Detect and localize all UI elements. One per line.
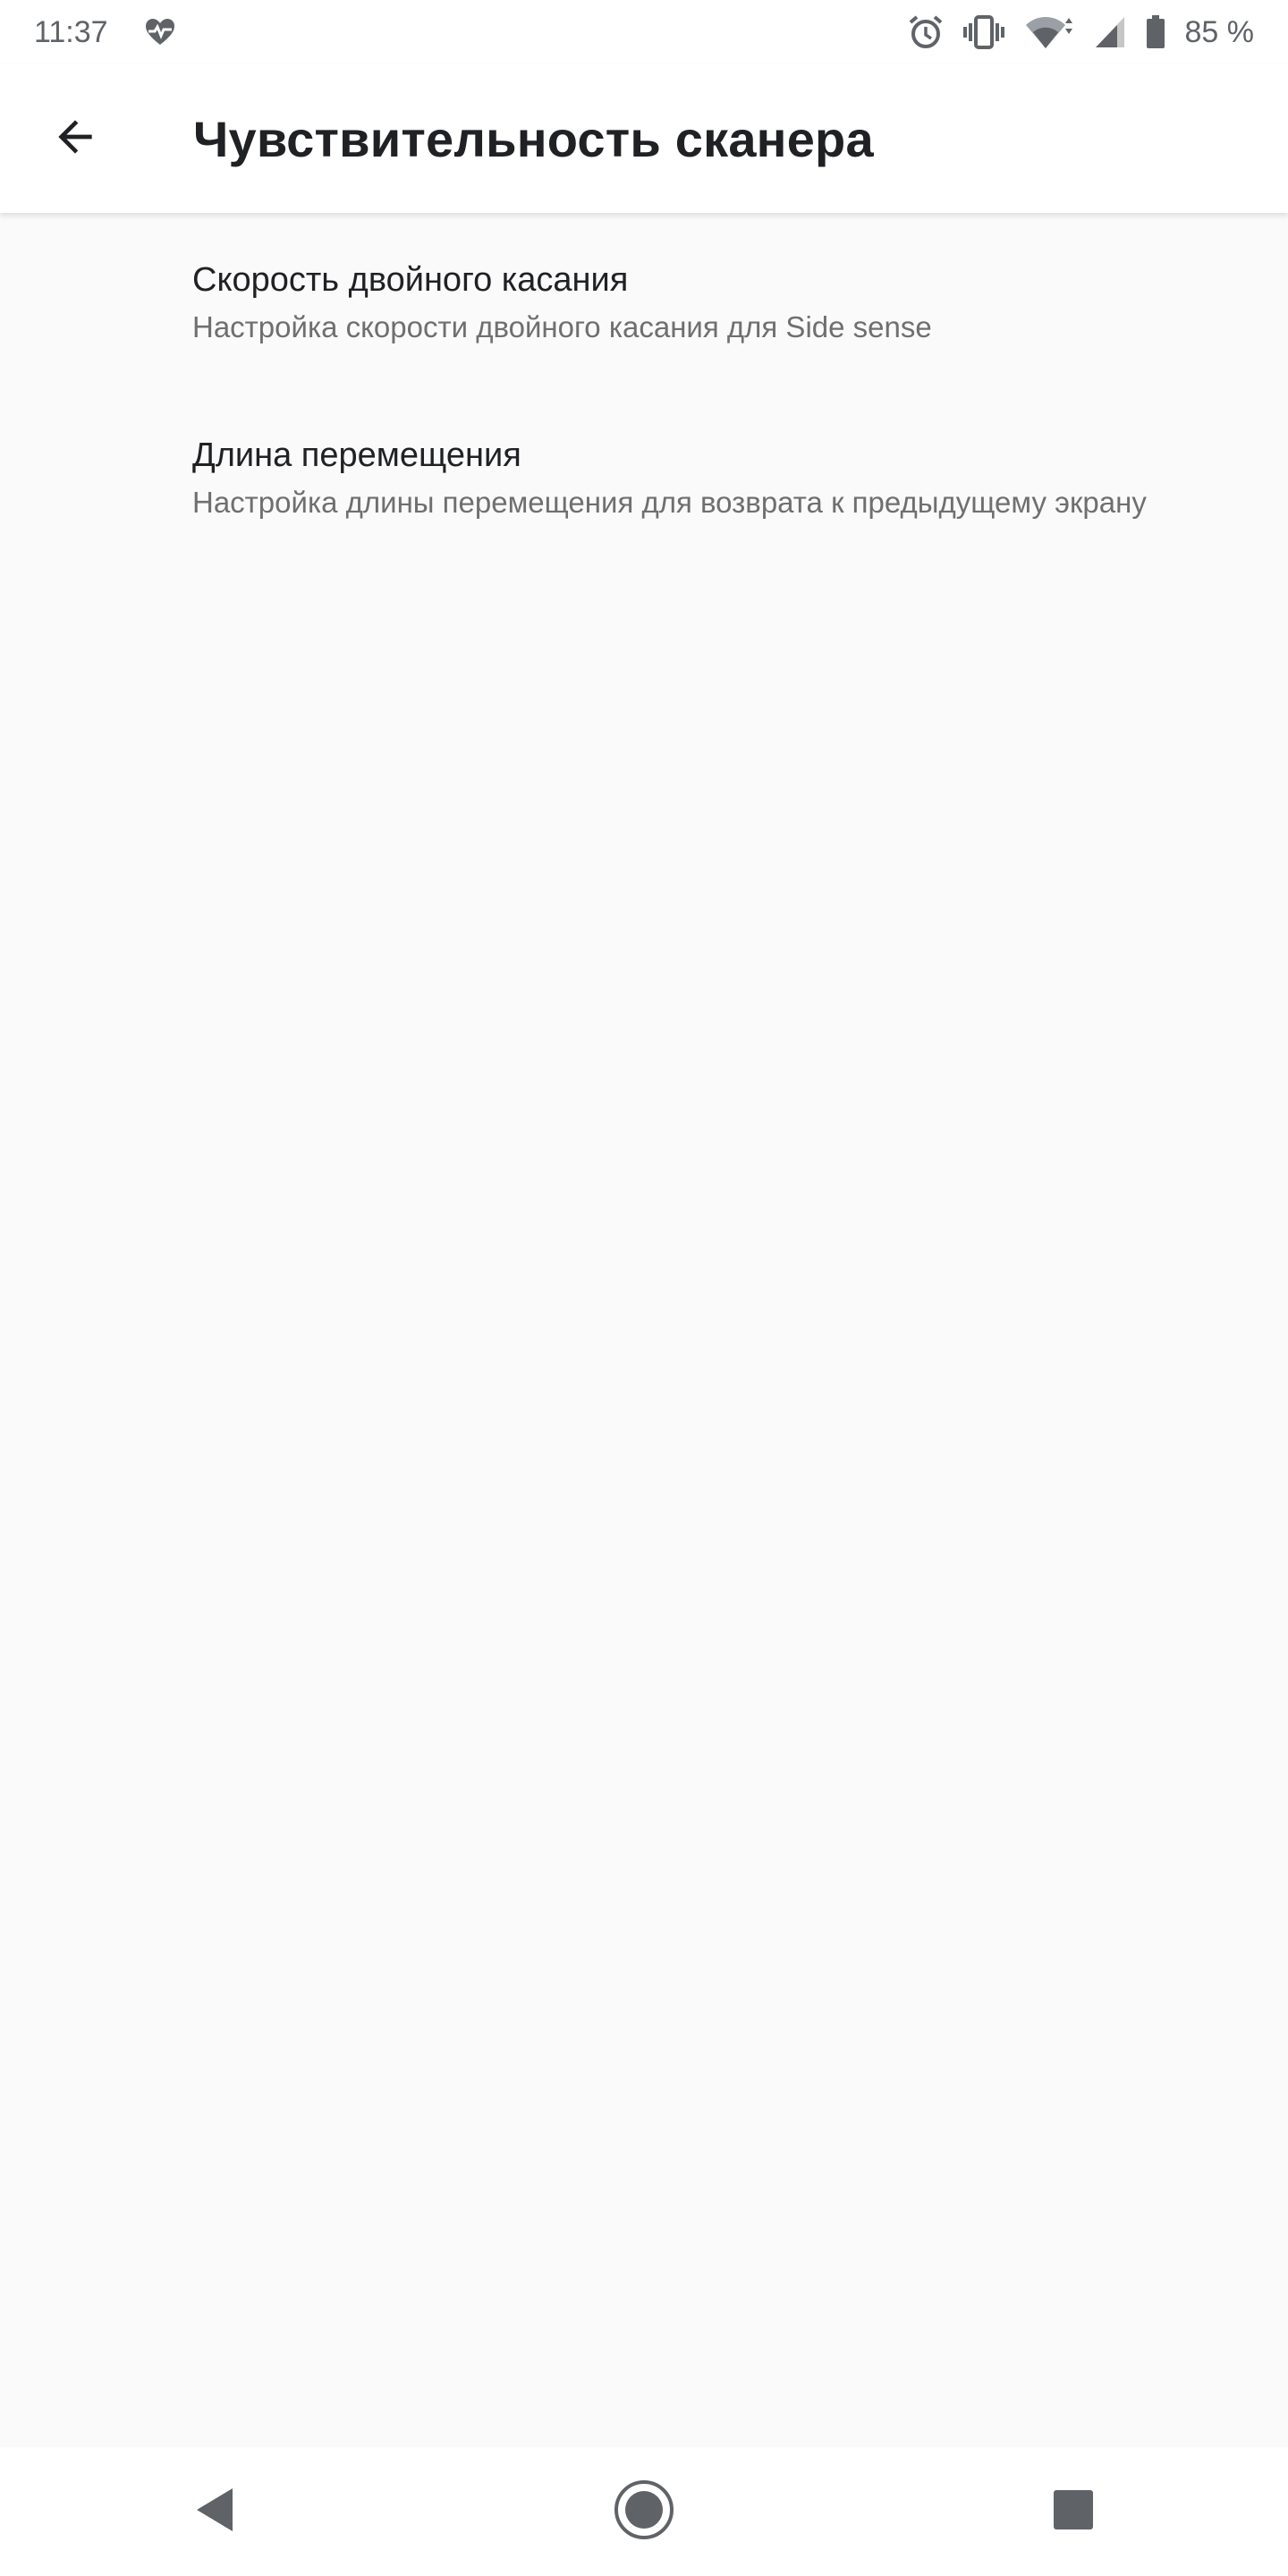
nav-back-button[interactable] (161, 2458, 268, 2565)
vibrate-icon (962, 14, 1004, 50)
setting-double-tap-speed[interactable]: Скорость двойного касания Настройка скор… (0, 213, 1288, 388)
settings-list: Скорость двойного касания Настройка скор… (0, 213, 1288, 564)
status-right: 85 % (908, 14, 1255, 50)
setting-subtitle: Настройка скорости двойного касания для … (192, 309, 932, 343)
back-button[interactable] (21, 85, 129, 192)
setting-title: Длина перемещения (192, 436, 521, 474)
navigation-bar (0, 2447, 1288, 2576)
status-bar: 11:37 85 % (0, 0, 1288, 64)
nav-recents-icon (1052, 2488, 1095, 2536)
battery-icon (1146, 15, 1165, 49)
status-time: 11:37 (34, 14, 108, 49)
setting-subtitle: Настройка длины перемещения для возврата… (192, 485, 1147, 519)
alarm-icon (908, 14, 944, 50)
heart-pulse-icon (144, 18, 176, 47)
page-title: Чувствительность сканера (193, 110, 874, 167)
nav-home-button[interactable] (590, 2458, 698, 2565)
arrow-back-icon (50, 112, 100, 166)
nav-recents-button[interactable] (1020, 2458, 1127, 2565)
status-left: 11:37 (34, 15, 176, 50)
app-bar: Чувствительность сканера (0, 64, 1288, 213)
setting-swipe-length[interactable]: Длина перемещения Настройка длины переме… (0, 388, 1288, 564)
battery-percentage: 85 % (1184, 14, 1255, 49)
signal-icon (1094, 15, 1126, 49)
nav-home-icon (613, 2479, 675, 2546)
screen: 11:37 85 % Чувствительность сканера Скор… (0, 0, 1288, 2576)
wifi-icon (1024, 14, 1074, 50)
nav-back-icon (193, 2487, 236, 2538)
setting-title: Скорость двойного касания (192, 261, 629, 299)
